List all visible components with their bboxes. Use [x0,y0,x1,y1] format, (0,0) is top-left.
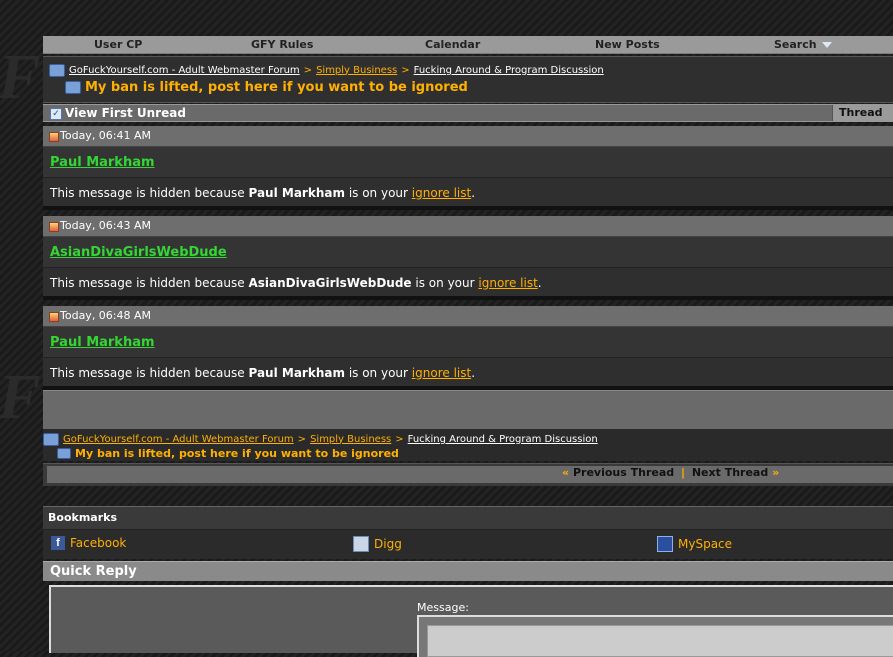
breadcrumb-separator: > [297,433,307,445]
facebook-icon: f [51,536,65,550]
bookmark-facebook[interactable]: f Facebook [51,536,126,550]
breadcrumb-home-link[interactable]: GoFuckYourself.com - Adult Webmaster For… [69,65,300,76]
post-icon [49,312,59,322]
view-first-unread-link[interactable]: View First Unread [65,106,186,120]
post-message: This message is hidden because AsianDiva… [43,268,893,300]
post-username-link[interactable]: Paul Markham [50,335,155,350]
hidden-message-text: This message is hidden because Paul Mark… [50,366,476,380]
breadcrumb-forum-link[interactable]: Fucking Around & Program Discussion [408,434,598,445]
thread-folder-icon [57,448,71,459]
thread-title: My ban is lifted, post here if you want … [85,80,468,95]
post-user-bar: Paul Markham [43,147,893,178]
thread-title: My ban is lifted, post here if you want … [75,447,399,460]
breadcrumb-category-link[interactable]: Simply Business [316,65,397,76]
forum-home-icon [49,63,65,77]
chevron-down-icon [822,42,833,48]
left-arrow-icon: « [562,466,570,479]
thread-tools-menu[interactable]: Thread Tools [832,105,893,121]
nav-new-posts[interactable]: New Posts [595,38,660,51]
forum-home-icon [43,432,59,446]
next-thread-link[interactable]: Next Thread [692,466,768,479]
post-username-link[interactable]: AsianDivaGirlsWebDude [50,245,227,260]
background-watermark: F [0,361,41,432]
bookmark-myspace[interactable]: MySpace [657,536,732,552]
post-user-bar: Paul Markham [43,327,893,358]
myspace-icon [657,536,673,552]
bookmark-digg[interactable]: Digg [353,536,402,552]
hidden-message-text: This message is hidden because AsianDiva… [50,276,542,290]
bookmarks-title: Bookmarks [48,511,117,524]
breadcrumb-forum-link[interactable]: Fucking Around & Program Discussion [414,65,604,76]
post-user-bar: AsianDivaGirlsWebDude [43,237,893,268]
ignored-username: Paul Markham [248,366,345,380]
nav-search-label: Search [774,38,817,51]
quick-reply-header: Quick Reply [43,561,893,581]
hidden-message-text: This message is hidden because Paul Mark… [50,186,476,200]
nav-calendar[interactable]: Calendar [425,38,480,51]
nav-user-cp[interactable]: User CP [94,38,142,51]
thread-folder-icon [65,81,81,94]
post-header: Today, 06:48 AM [43,306,893,327]
breadcrumb-home-link[interactable]: GoFuckYourself.com - Adult Webmaster For… [63,434,294,445]
previous-thread-link[interactable]: Previous Thread [573,466,674,479]
ignore-list-link[interactable]: ignore list [478,276,537,290]
breadcrumb: GoFuckYourself.com - Adult Webmaster For… [43,56,893,103]
nav-search[interactable]: Search [774,38,833,51]
breadcrumb-separator: > [395,433,404,445]
right-arrow-icon: » [772,466,780,479]
post-date: Today, 06:41 AM [60,129,152,142]
ignore-list-link[interactable]: ignore list [412,366,471,380]
post-header: Today, 06:43 AM [43,216,893,237]
post: Today, 06:43 AM AsianDivaGirlsWebDude Th… [43,216,893,300]
nav-gfy-rules[interactable]: GFY Rules [251,38,313,51]
bookmarks-row: f Facebook Digg MySpace [43,530,893,559]
post-username-link[interactable]: Paul Markham [50,155,155,170]
ignored-username: AsianDivaGirlsWebDude [248,276,412,290]
bookmarks-header: Bookmarks [43,506,893,530]
ignored-username: Paul Markham [248,186,345,200]
message-textarea[interactable] [427,625,893,657]
digg-icon [353,536,369,552]
ignore-list-link[interactable]: ignore list [412,186,471,200]
post: Today, 06:41 AM Paul Markham This messag… [43,126,893,210]
message-label: Message: [417,601,469,614]
checkbox-icon: ✓ [50,108,62,120]
thread-navigation: « Previous Thread | Next Thread » [43,463,893,486]
breadcrumb-bottom: GoFuckYourself.com - Adult Webmaster For… [43,429,893,461]
post-header: Today, 06:41 AM [43,126,893,147]
thread-toolbar: ✓ View First Unread Thread Tools [43,104,893,122]
background-watermark: F [0,41,41,112]
quick-reply-panel: Message: [49,585,893,657]
post: Today, 06:48 AM Paul Markham This messag… [43,306,893,390]
post-icon [49,222,59,232]
breadcrumb-separator: > [401,64,410,76]
quick-reply-title: Quick Reply [50,564,137,579]
post-icon [49,132,59,142]
post-message: This message is hidden because Paul Mark… [43,358,893,390]
divider: | [680,466,685,479]
post-date: Today, 06:43 AM [60,219,152,232]
post-list-footer [43,390,893,429]
top-navbar: User CP GFY Rules Calendar New Posts Sea… [43,36,893,54]
post-message: This message is hidden because Paul Mark… [43,178,893,210]
breadcrumb-separator: > [303,64,313,76]
post-date: Today, 06:48 AM [60,309,152,322]
breadcrumb-category-link[interactable]: Simply Business [310,434,391,445]
